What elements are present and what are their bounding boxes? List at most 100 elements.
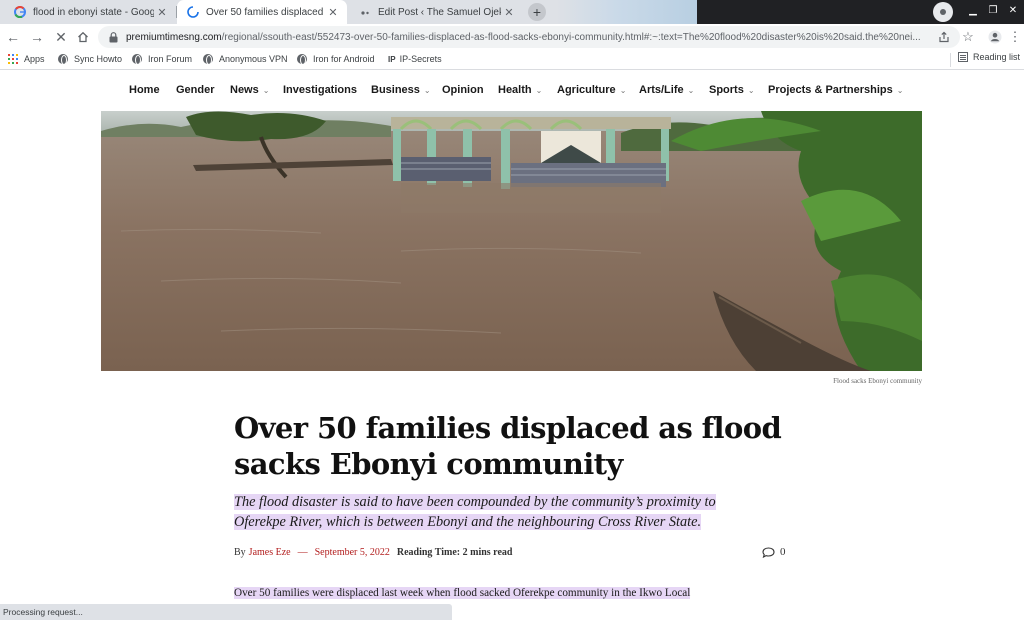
back-icon[interactable]: ← (4, 28, 22, 46)
url-text: premiumtimesng.com/regional/ssouth-east/… (126, 32, 936, 43)
bookmark-sync-howto[interactable]: Sync Howto (58, 54, 123, 65)
nav-agriculture[interactable]: Agriculture ⌄ (557, 84, 626, 96)
nav-arts-life[interactable]: Arts/Life ⌄ (639, 84, 694, 96)
new-tab-button[interactable]: + (528, 3, 546, 21)
home-icon[interactable] (74, 28, 92, 46)
close-tab-icon[interactable]: ✕ (154, 4, 170, 20)
restore-icon[interactable]: ❐ (983, 0, 1003, 20)
address-bar[interactable]: premiumtimesng.com/regional/ssouth-east/… (98, 26, 960, 48)
nav-label: Home (129, 84, 160, 96)
bookmark-label: Iron for Android (313, 54, 375, 64)
window-close-icon[interactable]: ✕ (1003, 0, 1023, 20)
nav-gender[interactable]: Gender (176, 84, 215, 96)
nav-label: News (230, 84, 259, 96)
bookmarks-separator (950, 53, 951, 67)
chevron-down-icon: ⌄ (619, 85, 627, 95)
globe-icon (297, 54, 307, 65)
profile-menu-icon[interactable] (933, 2, 953, 22)
nav-projects-partnerships[interactable]: Projects & Partnerships ⌄ (768, 84, 903, 96)
publish-date: September 5, 2022 (314, 547, 390, 558)
bookmark-label: Anonymous VPN (219, 54, 288, 64)
reading-time: Reading Time: 2 mins read (396, 547, 513, 558)
chevron-down-icon: ⌄ (423, 85, 431, 95)
body-first-line: Over 50 families were displaced last wee… (234, 587, 691, 599)
flood-scene-image (101, 111, 922, 371)
share-icon[interactable] (935, 28, 953, 46)
comment-bubble-icon (762, 546, 775, 558)
tab-premium-times-article[interactable]: Over 50 families displaced as floo ✕ (177, 0, 347, 24)
status-bubble: Processing request... (0, 604, 452, 620)
nav-opinion[interactable]: Opinion (442, 84, 484, 96)
article-standfirst: The flood disaster is said to have been … (234, 493, 794, 532)
chevron-down-icon: ⌄ (262, 85, 270, 95)
globe-icon (203, 54, 213, 65)
article-body-paragraph: Over 50 families were displaced last wee… (234, 585, 794, 601)
bookmark-anonymous-vpn[interactable]: Anonymous VPN (203, 54, 288, 65)
nav-label: Business (371, 84, 420, 96)
nav-label: Projects & Partnerships (768, 84, 893, 96)
ip-icon: IP (388, 54, 396, 64)
chrome-menu-icon[interactable]: ⋮ (1006, 28, 1024, 46)
bookmark-label: IP-Secrets (399, 54, 442, 64)
chevron-down-icon: ⌄ (747, 85, 755, 95)
standfirst-line-2: Oferekpe River, which is between Ebonyi … (234, 513, 702, 530)
tab-google-search[interactable]: flood in ebonyi state - Google Se ✕ (4, 0, 176, 24)
bookmark-label: Apps (24, 54, 45, 64)
tab-title: flood in ebonyi state - Google Se (33, 6, 154, 18)
nav-label: Arts/Life (639, 84, 684, 96)
minimize-icon[interactable]: ▁ (963, 0, 983, 20)
article-featured-image (101, 111, 922, 371)
author-link[interactable]: James Eze (249, 547, 291, 558)
nav-business[interactable]: Business ⌄ (371, 84, 431, 96)
tab-strip-background (556, 0, 697, 24)
forward-icon[interactable]: → (28, 28, 46, 46)
globe-icon (58, 54, 68, 65)
nav-label: Agriculture (557, 84, 616, 96)
bookmark-star-icon[interactable]: ☆ (959, 28, 977, 46)
site-navigation: Home Gender News ⌄ Investigations Busines… (0, 70, 1024, 110)
nav-sports[interactable]: Sports ⌄ (709, 84, 755, 96)
headline-line-1: Over 50 families displaced as flood (234, 411, 782, 445)
lock-icon[interactable] (108, 31, 118, 43)
url-path: /regional/ssouth-east/552473-over-50-fam… (221, 31, 921, 43)
nav-label: Opinion (442, 84, 484, 96)
bookmark-label: Sync Howto (74, 54, 123, 64)
nav-label: Health (498, 84, 532, 96)
headline-line-2: sacks Ebonyi community (234, 447, 623, 481)
apps-grid-icon (8, 54, 18, 64)
reading-list-label: Reading list (973, 52, 1021, 62)
bookmark-apps[interactable]: Apps (8, 54, 45, 64)
article-headline: Over 50 families displaced as flood sack… (234, 410, 794, 482)
reading-list-button[interactable]: Reading list (958, 52, 1020, 62)
tab-title: Over 50 families displaced as floo (206, 6, 325, 18)
chevron-down-icon: ⌄ (896, 85, 904, 95)
nav-label: Gender (176, 84, 215, 96)
nav-label: Investigations (283, 84, 357, 96)
chevron-down-icon: ⌄ (687, 85, 695, 95)
close-tab-icon[interactable]: ✕ (325, 4, 341, 20)
nav-home[interactable]: Home (129, 84, 160, 96)
byline-dash: — (297, 547, 308, 558)
nav-news[interactable]: News ⌄ (230, 84, 269, 96)
bookmark-ip-secrets[interactable]: IP IP-Secrets (388, 54, 442, 64)
close-tab-icon[interactable]: ✕ (501, 4, 517, 20)
chevron-down-icon: ⌄ (535, 85, 543, 95)
tab-edit-post[interactable]: Edit Post ‹ The Samuel Ojekwe Bl ✕ (349, 0, 523, 24)
reading-list-icon (958, 52, 968, 62)
comments-link[interactable]: 0 (762, 546, 786, 558)
byline-prefix: By (234, 547, 246, 558)
loading-spinner-icon (187, 6, 199, 18)
stop-loading-icon[interactable]: ✕ (52, 28, 70, 46)
image-caption: Flood sacks Ebonyi community (833, 377, 922, 385)
account-avatar-icon[interactable] (986, 28, 1004, 46)
bookmark-label: Iron Forum (148, 54, 193, 64)
bookmarks-bar: Apps Sync Howto Iron Forum Anonymous VPN… (0, 50, 1024, 70)
google-icon (14, 6, 26, 18)
bookmark-iron-forum[interactable]: Iron Forum (132, 54, 193, 65)
nav-label: Sports (709, 84, 744, 96)
tab-title: Edit Post ‹ The Samuel Ojekwe Bl (378, 6, 501, 18)
nav-health[interactable]: Health ⌄ (498, 84, 542, 96)
bookmark-iron-for-android[interactable]: Iron for Android (297, 54, 375, 65)
browser-toolbar: ← → ✕ premiumtimesng.com/regional/ssouth… (0, 24, 1024, 50)
nav-investigations[interactable]: Investigations (283, 84, 357, 96)
